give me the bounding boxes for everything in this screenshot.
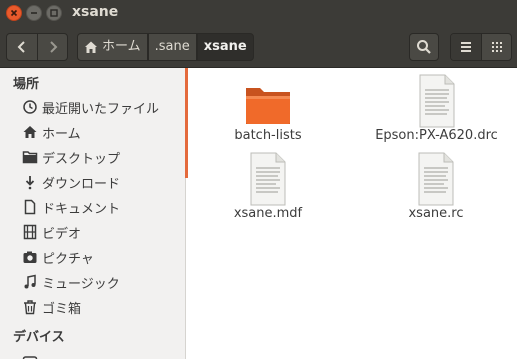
maximize-window-button[interactable]	[46, 5, 62, 21]
sidebar-item-label: 最近開いたファイル	[42, 101, 160, 117]
sidebar-item-label: ピクチャ	[42, 251, 94, 267]
text-file-icon	[419, 74, 454, 128]
breadcrumb-home-label: ホーム	[102, 39, 141, 54]
window-title: xsane	[72, 4, 119, 20]
file-item-epson-drc[interactable]: Epson:PX-A620.drc	[359, 74, 514, 143]
drive-icon	[22, 356, 38, 359]
toolbar: ホーム .sane xsane	[0, 27, 517, 68]
sidebar-item-pictures[interactable]: ピクチャ	[22, 246, 94, 268]
text-file-icon	[418, 152, 454, 206]
sidebar-item-home[interactable]: ホーム	[22, 121, 81, 143]
sidebar-item-label: ゴミ箱	[42, 301, 82, 317]
sidebar-item-label: ビデオ	[42, 226, 82, 242]
sidebar-item-device-partial[interactable]	[22, 350, 42, 359]
sidebar-item-trash[interactable]: ゴミ箱	[22, 296, 81, 318]
chevron-left-icon	[17, 41, 25, 53]
title-bar: xsane	[0, 0, 517, 27]
file-view: batch-lists Epson:PX-A620.drc xsane.mdf	[189, 68, 517, 359]
trash-icon	[24, 300, 36, 315]
film-icon	[23, 224, 37, 240]
view-mode-buttons	[450, 33, 512, 61]
minimize-icon	[31, 12, 37, 14]
search-icon	[417, 40, 431, 54]
sidebar-item-desktop[interactable]: デスクトップ	[22, 146, 120, 168]
search-button[interactable]	[409, 33, 439, 61]
file-item-xsane-rc[interactable]: xsane.rc	[381, 152, 491, 221]
close-window-button[interactable]	[6, 5, 22, 21]
folder-icon	[22, 151, 38, 164]
sidebar-section-places: 場所	[13, 77, 40, 92]
sidebar-item-label: ミュージック	[42, 276, 120, 292]
file-name: xsane.rc	[408, 206, 464, 221]
home-icon	[23, 126, 37, 138]
sidebar-item-downloads[interactable]: ダウンロード	[22, 171, 120, 193]
home-icon	[85, 41, 97, 53]
file-item-batch-lists[interactable]: batch-lists	[223, 78, 313, 143]
breadcrumb-xsane[interactable]: xsane	[196, 33, 254, 61]
list-view-button[interactable]	[451, 34, 482, 60]
sidebar-item-videos[interactable]: ビデオ	[22, 221, 81, 243]
clock-icon	[23, 100, 37, 114]
breadcrumb: ホーム .sane xsane	[77, 33, 254, 61]
breadcrumb-home[interactable]: ホーム	[77, 33, 148, 61]
folder-icon	[246, 88, 290, 124]
document-icon	[24, 199, 36, 215]
grid-view-button[interactable]	[482, 34, 511, 60]
back-button[interactable]	[7, 34, 38, 60]
file-name: xsane.mdf	[233, 206, 303, 221]
music-icon	[24, 274, 36, 289]
list-icon	[461, 42, 471, 52]
sidebar-section-devices: デバイス	[13, 330, 65, 345]
maximize-icon	[50, 9, 58, 17]
sidebar: 場所 最近開いたファイル ホーム デスクトップ ダウンロード ドキュメント ビデ…	[0, 68, 186, 359]
breadcrumb-sane[interactable]: .sane	[147, 33, 197, 61]
sidebar-item-recent[interactable]: 最近開いたファイル	[22, 96, 159, 118]
file-name: batch-lists	[234, 128, 302, 143]
text-file-icon	[250, 152, 286, 206]
file-item-xsane-mdf[interactable]: xsane.mdf	[223, 152, 313, 221]
sidebar-item-documents[interactable]: ドキュメント	[22, 196, 120, 218]
download-icon	[25, 176, 35, 190]
chevron-right-icon	[50, 41, 58, 53]
sidebar-item-label: ダウンロード	[42, 176, 121, 192]
sidebar-item-label: デスクトップ	[42, 151, 121, 167]
close-icon	[10, 9, 18, 17]
minimize-window-button[interactable]	[26, 5, 42, 21]
camera-icon	[23, 251, 37, 263]
sidebar-scrollbar[interactable]	[185, 68, 188, 178]
sidebar-item-label: ドキュメント	[42, 201, 121, 217]
sidebar-item-label: ホーム	[42, 126, 81, 142]
file-name: Epson:PX-A620.drc	[375, 128, 498, 143]
forward-button[interactable]	[38, 34, 67, 60]
grid-icon	[492, 42, 502, 52]
sidebar-item-music[interactable]: ミュージック	[22, 271, 120, 293]
navigation-buttons	[6, 33, 68, 61]
